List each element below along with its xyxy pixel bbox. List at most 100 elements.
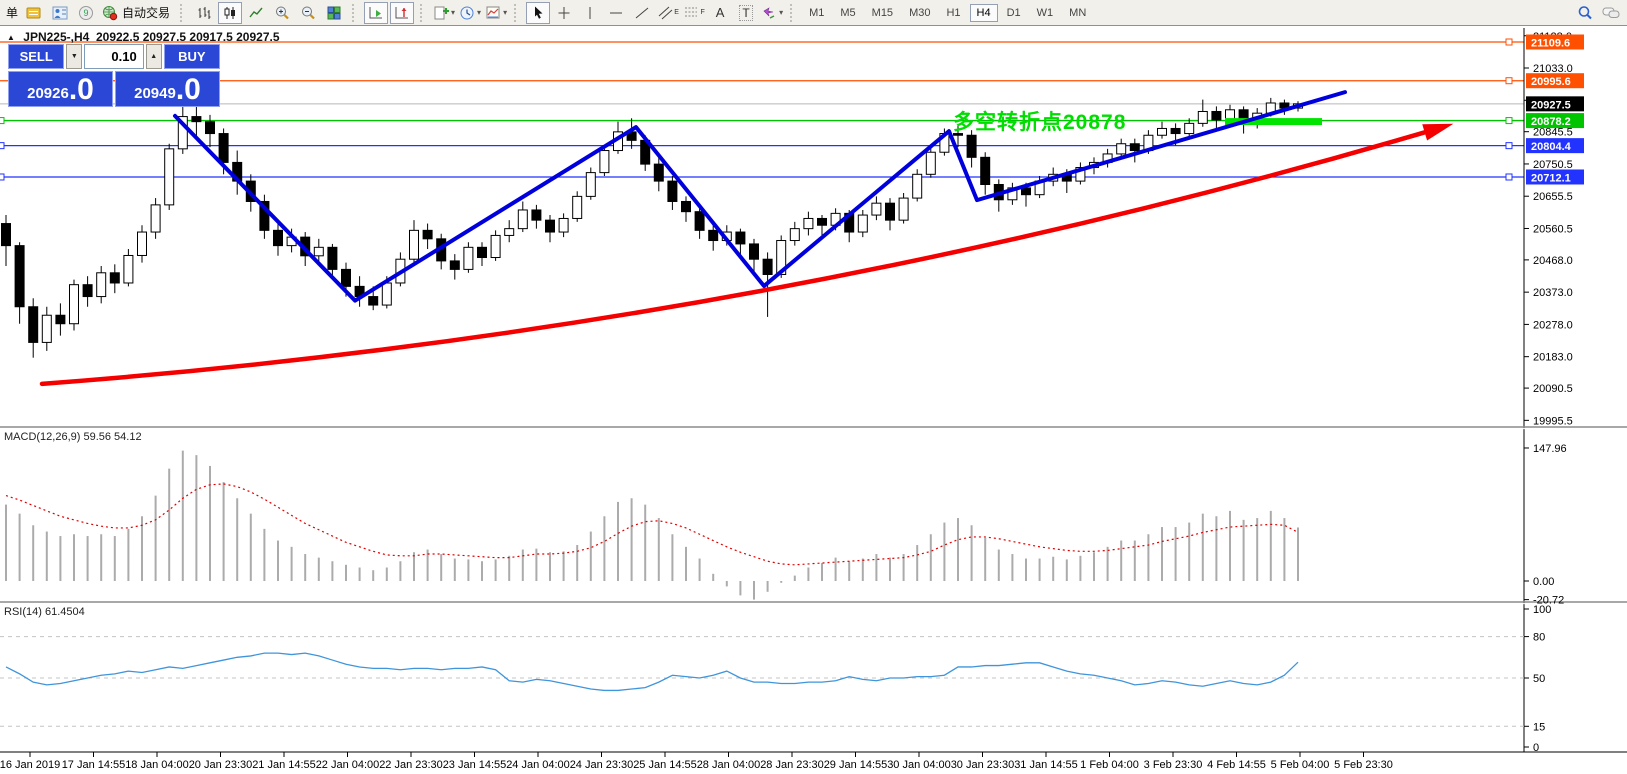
svg-text:1 Feb 04:00: 1 Feb 04:00	[1080, 759, 1139, 771]
arrows-tool[interactable]: ▾	[760, 2, 784, 24]
autotrading-label: 自动交易	[119, 4, 173, 21]
crosshair-tool[interactable]	[552, 2, 576, 24]
chevron-down-icon: ▾	[779, 8, 783, 17]
svg-text:31 Jan 14:55: 31 Jan 14:55	[1014, 759, 1078, 771]
buy-button[interactable]: BUY	[164, 44, 220, 69]
price-badge-20927.5: 20927.5	[1526, 96, 1584, 111]
line-mode-icon	[248, 5, 264, 21]
template-icon	[485, 5, 501, 21]
tab-timeframe-d1[interactable]: D1	[1000, 4, 1028, 22]
zoom-out-button[interactable]	[296, 2, 320, 24]
fibonacci-tool[interactable]: F	[682, 2, 706, 24]
equidistant-channel-tool[interactable]: E	[656, 2, 680, 24]
text-tool[interactable]: A	[708, 2, 732, 24]
svg-text:21109.6: 21109.6	[1531, 38, 1570, 50]
auto-scroll-icon	[368, 5, 384, 21]
svg-text:20655.5: 20655.5	[1533, 191, 1573, 203]
svg-text:20183.0: 20183.0	[1533, 352, 1573, 364]
svg-text:24 Jan 04:00: 24 Jan 04:00	[506, 759, 570, 771]
new-order-button[interactable]: 单	[3, 4, 21, 21]
tab-timeframe-m15[interactable]: M15	[865, 4, 900, 22]
price-badge-20712.1: 20712.1	[1526, 169, 1584, 184]
trendline-icon	[634, 5, 650, 21]
toolbar-grip[interactable]	[790, 4, 796, 22]
ohlc-bars-icon	[196, 5, 212, 21]
svg-text:50: 50	[1533, 673, 1545, 685]
rsi-pane: 1008050150	[0, 604, 1551, 754]
svg-text:30 Jan 04:00: 30 Jan 04:00	[887, 759, 951, 771]
collapse-triangle-icon[interactable]: ▲	[7, 33, 15, 42]
svg-text:30 Jan 23:30: 30 Jan 23:30	[951, 759, 1015, 771]
svg-text:0.00: 0.00	[1533, 576, 1554, 588]
price-badge-20804.4: 20804.4	[1526, 138, 1584, 153]
tile-windows-button[interactable]	[322, 2, 346, 24]
macd-pane: 147.960.00-20.72	[6, 443, 1567, 607]
indicators-button[interactable]: ▾	[432, 2, 456, 24]
volume-input[interactable]: 0.10	[84, 44, 143, 69]
toolbar-grip[interactable]	[514, 4, 520, 22]
chat-button[interactable]	[1599, 2, 1623, 24]
tab-timeframe-h4[interactable]: H4	[970, 4, 998, 22]
svg-text:25 Jan 14:55: 25 Jan 14:55	[633, 759, 697, 771]
svg-text:15: 15	[1533, 721, 1545, 733]
macd-signal-line	[6, 484, 1298, 565]
sell-price-display[interactable]: 20926.0	[8, 71, 113, 107]
periods-button[interactable]: ▾	[458, 2, 482, 24]
tab-timeframe-w1[interactable]: W1	[1030, 4, 1061, 22]
toolbar-grip[interactable]	[420, 4, 426, 22]
svg-text:3 Feb 23:30: 3 Feb 23:30	[1144, 759, 1203, 771]
svg-text:29 Jan 14:55: 29 Jan 14:55	[824, 759, 888, 771]
tab-timeframe-m5[interactable]: M5	[833, 4, 862, 22]
chart-shift-button[interactable]	[390, 2, 414, 24]
search-button[interactable]	[1573, 2, 1597, 24]
chart-canvas[interactable]: 21128.021033.020938.020845.520750.520655…	[0, 0, 1627, 774]
pivot-annotation-text[interactable]: 多空转折点20878	[953, 106, 1126, 136]
candles-icon	[222, 5, 238, 21]
channel-icon-label: E	[674, 9, 679, 16]
svg-text:28 Jan 04:00: 28 Jan 04:00	[697, 759, 761, 771]
sell-button[interactable]: SELL	[8, 44, 64, 69]
templates-button[interactable]: ▾	[484, 2, 508, 24]
trendline-tool[interactable]	[630, 2, 654, 24]
channel-icon	[657, 5, 674, 21]
order-history-icon[interactable]	[22, 2, 46, 24]
svg-text:21033.0: 21033.0	[1533, 63, 1573, 75]
line-chart-mode-icon[interactable]	[244, 2, 268, 24]
horizontal-line-tool[interactable]	[604, 2, 628, 24]
cursor-tool[interactable]	[526, 2, 550, 24]
text-label-tool[interactable]: T	[734, 2, 758, 24]
svg-text:28 Jan 23:30: 28 Jan 23:30	[760, 759, 824, 771]
tab-timeframe-m1[interactable]: M1	[802, 4, 831, 22]
market-watch-icon[interactable]	[48, 2, 72, 24]
tab-timeframe-m30[interactable]: M30	[902, 4, 937, 22]
svg-text:20927.5: 20927.5	[1531, 99, 1571, 111]
price-badge-20878.2: 20878.2	[1526, 113, 1584, 128]
vertical-line-tool[interactable]	[578, 2, 602, 24]
tab-timeframe-mn[interactable]: MN	[1062, 4, 1093, 22]
rsi-line	[6, 653, 1298, 690]
volume-increase-button[interactable]: ▲	[146, 44, 162, 69]
search-icon	[1577, 5, 1594, 21]
label-tool-label: T	[739, 5, 752, 21]
volume-decrease-button[interactable]: ▼	[66, 44, 82, 69]
toolbar-grip[interactable]	[180, 4, 186, 22]
chevron-down-icon: ▾	[477, 8, 481, 17]
svg-text:100: 100	[1533, 604, 1551, 616]
data-window-icon[interactable]: 9	[74, 2, 98, 24]
bar-chart-mode-icon[interactable]	[192, 2, 216, 24]
auto-scroll-button[interactable]	[364, 2, 388, 24]
buy-price-main: 20949	[134, 84, 176, 104]
svg-text:23 Jan 14:55: 23 Jan 14:55	[443, 759, 507, 771]
clock-icon	[459, 5, 475, 21]
toolbar-grip[interactable]	[352, 4, 358, 22]
autotrading-globe-icon	[101, 5, 119, 21]
tab-timeframe-h1[interactable]: H1	[939, 4, 967, 22]
one-click-trading-panel: SELL ▼ 0.10 ▲ BUY 20926.0 20949.0	[8, 44, 220, 107]
symbol-period-label: JPN225-,H4	[23, 30, 89, 44]
zoom-out-icon	[300, 5, 317, 21]
autotrading-button[interactable]: 自动交易	[100, 2, 174, 24]
zoom-in-button[interactable]	[270, 2, 294, 24]
svg-text:16 Jan 2019: 16 Jan 2019	[0, 759, 60, 771]
buy-price-display[interactable]: 20949.0	[115, 71, 220, 107]
candlestick-mode-icon[interactable]	[218, 2, 242, 24]
